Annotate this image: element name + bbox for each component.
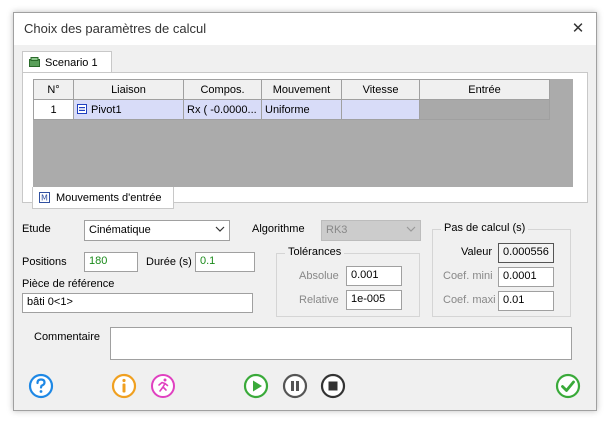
runner-icon — [151, 374, 175, 398]
col-header-vitesse[interactable]: Vitesse — [341, 79, 420, 100]
stop-icon — [320, 373, 346, 399]
positions-label: Positions — [22, 256, 67, 268]
chevron-down-icon — [215, 224, 225, 237]
movement-grid: N° Liaison Compos. Mouvement Vitesse Ent… — [33, 79, 573, 187]
close-button[interactable]: ✕ — [560, 13, 596, 43]
table-row[interactable]: 1 Pivot1 Rx ( -0.0000... Uniforme — [33, 99, 550, 120]
runner-button[interactable] — [150, 373, 176, 399]
title-bar: Choix des paramètres de calcul ✕ — [14, 13, 596, 45]
pas-calcul-group: Pas de calcul (s) Valeur 0.000556 Coef. … — [432, 222, 571, 317]
coef-maxi-label: Coef. maxi — [443, 294, 496, 306]
cell-entree[interactable] — [419, 99, 550, 120]
algorithme-label: Algorithme — [252, 223, 305, 235]
info-icon — [111, 373, 137, 399]
pause-icon — [282, 373, 308, 399]
duree-input[interactable]: 0.1 — [195, 252, 255, 272]
play-button[interactable] — [243, 373, 269, 399]
col-header-compos[interactable]: Compos. — [183, 79, 262, 100]
etude-select[interactable]: Cinématique — [84, 220, 230, 241]
tab-scenario-1[interactable]: Scenario 1 — [22, 51, 112, 73]
stop-button[interactable] — [320, 373, 346, 399]
commentaire-label: Commentaire — [34, 331, 101, 343]
scenario-icon — [29, 57, 40, 67]
absolue-label: Absolue — [299, 270, 339, 282]
valeur-label: Valeur — [461, 246, 492, 258]
pivot-icon — [77, 103, 87, 114]
absolue-input[interactable]: 0.001 — [346, 266, 402, 286]
tolerances-group: Tolérances Absolue 0.001 Relative 1e-005 — [276, 246, 420, 317]
tolerances-title: Tolérances — [285, 246, 345, 258]
cell-mouvement[interactable]: Uniforme — [261, 99, 342, 120]
cell-compos[interactable]: Rx ( -0.0000... — [183, 99, 262, 120]
positions-input[interactable]: 180 — [84, 252, 138, 272]
col-header-liaison[interactable]: Liaison — [73, 79, 184, 100]
close-icon: ✕ — [571, 20, 585, 37]
piece-input[interactable]: bâti 0<1> — [22, 293, 253, 313]
relative-label: Relative — [299, 294, 339, 306]
coef-mini-label: Coef. mini — [443, 270, 493, 282]
tab-mouvements-entree[interactable]: M Mouvements d'entrée — [32, 187, 174, 209]
coef-mini-input[interactable]: 0.0001 — [498, 267, 554, 287]
etude-value: Cinématique — [89, 224, 151, 236]
ok-button[interactable] — [555, 373, 581, 399]
cell-num[interactable]: 1 — [33, 99, 74, 120]
etude-label: Etude — [22, 223, 51, 235]
dialog-title: Choix des paramètres de calcul — [24, 21, 207, 36]
tab-mouvements-label: Mouvements d'entrée — [56, 191, 162, 204]
table-header-row: N° Liaison Compos. Mouvement Vitesse Ent… — [33, 79, 550, 100]
tab-scenario-label: Scenario 1 — [45, 56, 98, 69]
pause-button[interactable] — [282, 373, 308, 399]
col-header-entree[interactable]: Entrée — [419, 79, 550, 100]
cell-liaison[interactable]: Pivot1 — [73, 99, 184, 120]
commentaire-input[interactable] — [110, 327, 572, 360]
col-header-num[interactable]: N° — [33, 79, 74, 100]
piece-label: Pièce de référence — [22, 278, 115, 290]
info-button[interactable] — [111, 373, 137, 399]
dialog-window: Choix des paramètres de calcul ✕ Scenari… — [13, 12, 597, 411]
coef-maxi-input[interactable]: 0.01 — [498, 291, 554, 311]
valeur-input[interactable]: 0.000556 — [498, 243, 554, 263]
relative-input[interactable]: 1e-005 — [346, 290, 402, 310]
check-icon — [555, 373, 581, 399]
question-icon — [28, 373, 54, 399]
play-icon — [243, 373, 269, 399]
algorithme-value: RK3 — [326, 224, 348, 236]
duree-label: Durée (s) — [146, 256, 192, 268]
chevron-down-icon — [406, 224, 416, 237]
svg-text:M: M — [41, 194, 48, 203]
pas-calcul-title: Pas de calcul (s) — [441, 222, 529, 234]
scenario-panel: N° Liaison Compos. Mouvement Vitesse Ent… — [22, 72, 588, 203]
liaison-name: Pivot1 — [91, 103, 122, 116]
movement-table: N° Liaison Compos. Mouvement Vitesse Ent… — [33, 79, 550, 120]
cell-vitesse[interactable] — [341, 99, 420, 120]
mouvement-icon: M — [39, 192, 50, 203]
algorithme-select[interactable]: RK3 — [321, 220, 421, 241]
col-header-mouvement[interactable]: Mouvement — [261, 79, 342, 100]
help-button[interactable] — [28, 373, 54, 399]
